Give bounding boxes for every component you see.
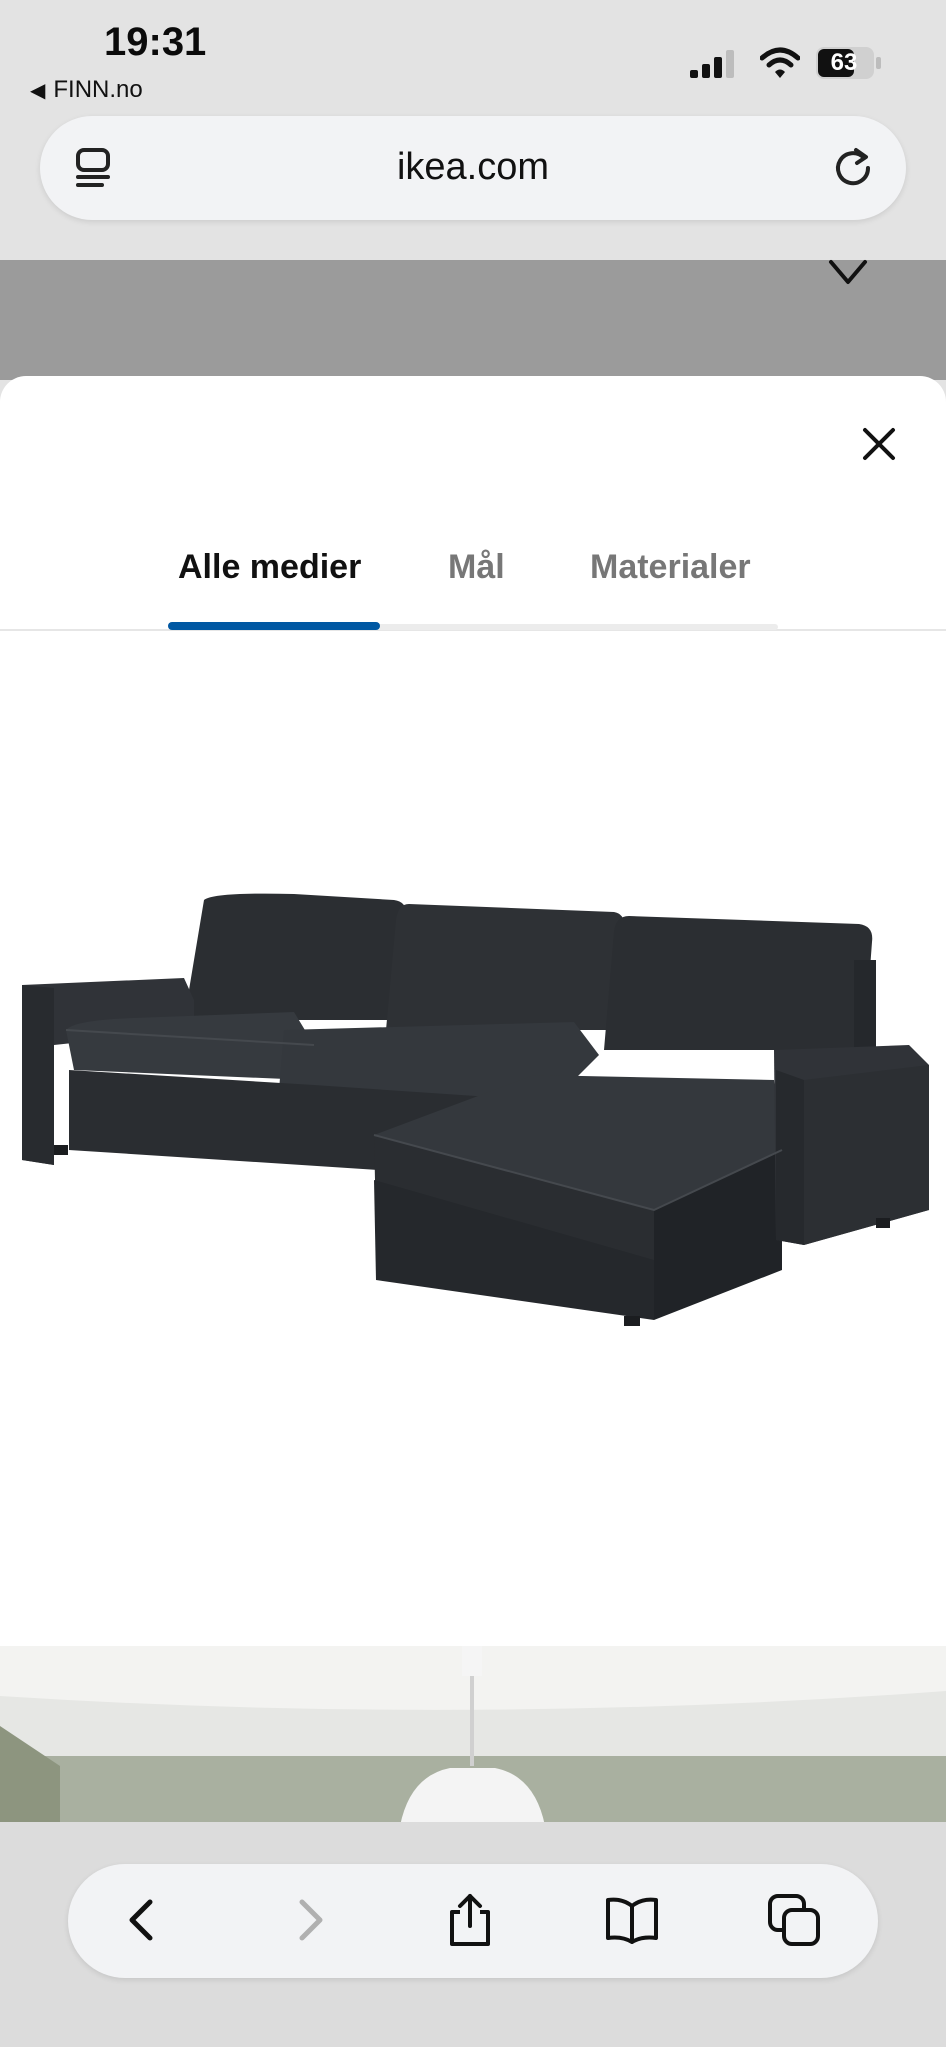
cellular-signal-icon	[690, 50, 734, 78]
wifi-icon	[760, 47, 800, 78]
tab-dimensions[interactable]: Mål	[448, 548, 505, 587]
status-time: 19:31	[104, 20, 207, 64]
close-icon[interactable]	[856, 421, 902, 467]
tab-materials[interactable]: Materialer	[590, 548, 751, 587]
active-tab-indicator	[168, 622, 380, 630]
tab-all-media[interactable]: Alle medier	[178, 548, 361, 587]
dimmed-page-background	[0, 260, 946, 380]
url-text[interactable]: ikea.com	[0, 146, 946, 189]
back-to-app-link[interactable]: ◀ FINN.no	[30, 76, 143, 104]
share-icon[interactable]	[442, 1892, 498, 1948]
tabs-icon[interactable]	[766, 1892, 822, 1948]
heart-icon[interactable]	[827, 254, 869, 288]
back-app-label: FINN.no	[53, 76, 143, 103]
bookmarks-book-icon[interactable]	[604, 1892, 660, 1948]
sofa-product-image[interactable]	[14, 880, 934, 1340]
battery-level: 63	[830, 49, 858, 76]
back-chevron-icon[interactable]	[114, 1892, 170, 1948]
back-triangle-icon: ◀	[30, 79, 46, 102]
reload-icon[interactable]	[830, 144, 876, 190]
room-lifestyle-image[interactable]	[0, 1646, 946, 1826]
forward-chevron-icon[interactable]	[282, 1892, 338, 1948]
